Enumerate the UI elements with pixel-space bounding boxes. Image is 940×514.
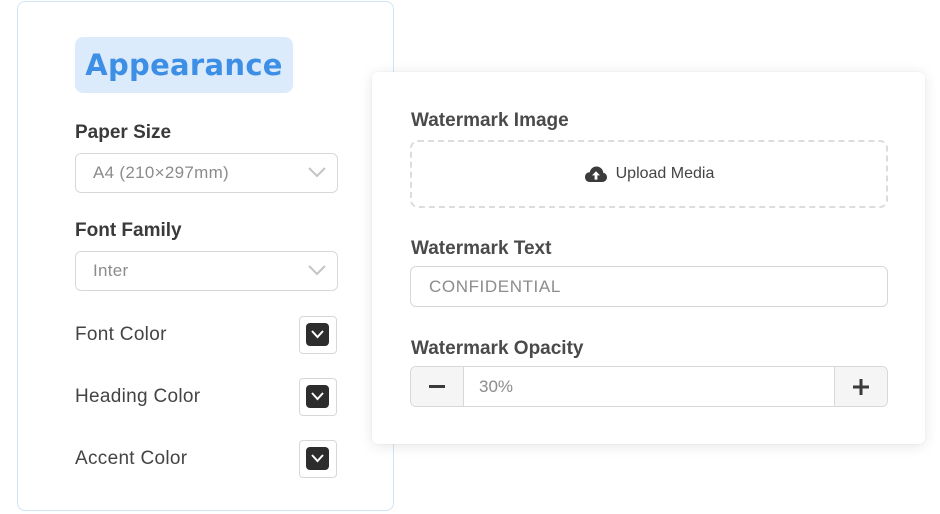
cloud-upload-icon [584, 166, 607, 182]
plus-icon [853, 378, 869, 395]
watermark-card: Watermark Image Upload Media Watermark T… [372, 72, 925, 444]
chevron-down-icon [308, 167, 326, 178]
font-color-label: Font Color [75, 324, 167, 345]
font-family-select[interactable]: Inter [75, 251, 338, 291]
opacity-value[interactable]: 30% [479, 367, 513, 406]
upload-media-button[interactable]: Upload Media [412, 142, 886, 206]
watermark-image-label: Watermark Image [411, 110, 569, 131]
decrease-opacity-button[interactable] [411, 367, 464, 406]
paper-size-select[interactable]: A4 (210×297mm) [75, 153, 338, 193]
appearance-panel: Appearance Paper Size A4 (210×297mm) Fon… [17, 1, 394, 511]
color-swatch [306, 385, 329, 408]
heading-color-picker[interactable] [299, 378, 337, 416]
chevron-down-icon [311, 330, 324, 339]
chevron-down-icon [311, 392, 324, 401]
accent-color-picker[interactable] [299, 440, 337, 478]
watermark-opacity-label: Watermark Opacity [411, 338, 584, 359]
paper-size-value: A4 (210×297mm) [93, 163, 230, 182]
watermark-text-input[interactable]: CONFIDENTIAL [410, 266, 888, 307]
upload-media-dropzone[interactable]: Upload Media [410, 140, 888, 208]
upload-media-label: Upload Media [615, 165, 715, 182]
watermark-text-label: Watermark Text [411, 238, 552, 259]
watermark-text-value: CONFIDENTIAL [429, 277, 561, 296]
increase-opacity-button[interactable] [834, 367, 887, 406]
heading-color-label: Heading Color [75, 386, 201, 407]
font-family-label: Font Family [75, 220, 182, 241]
page: Appearance Paper Size A4 (210×297mm) Fon… [0, 0, 940, 514]
appearance-title: Appearance [75, 37, 293, 93]
minus-icon [429, 384, 445, 388]
watermark-opacity-stepper[interactable]: 30% [410, 366, 888, 407]
font-color-picker[interactable] [299, 316, 337, 354]
chevron-down-icon [311, 454, 324, 463]
color-swatch [306, 447, 329, 470]
color-swatch [306, 323, 329, 346]
accent-color-label: Accent Color [75, 448, 188, 469]
paper-size-label: Paper Size [75, 122, 172, 143]
chevron-down-icon [308, 265, 326, 276]
font-family-value: Inter [93, 261, 129, 280]
